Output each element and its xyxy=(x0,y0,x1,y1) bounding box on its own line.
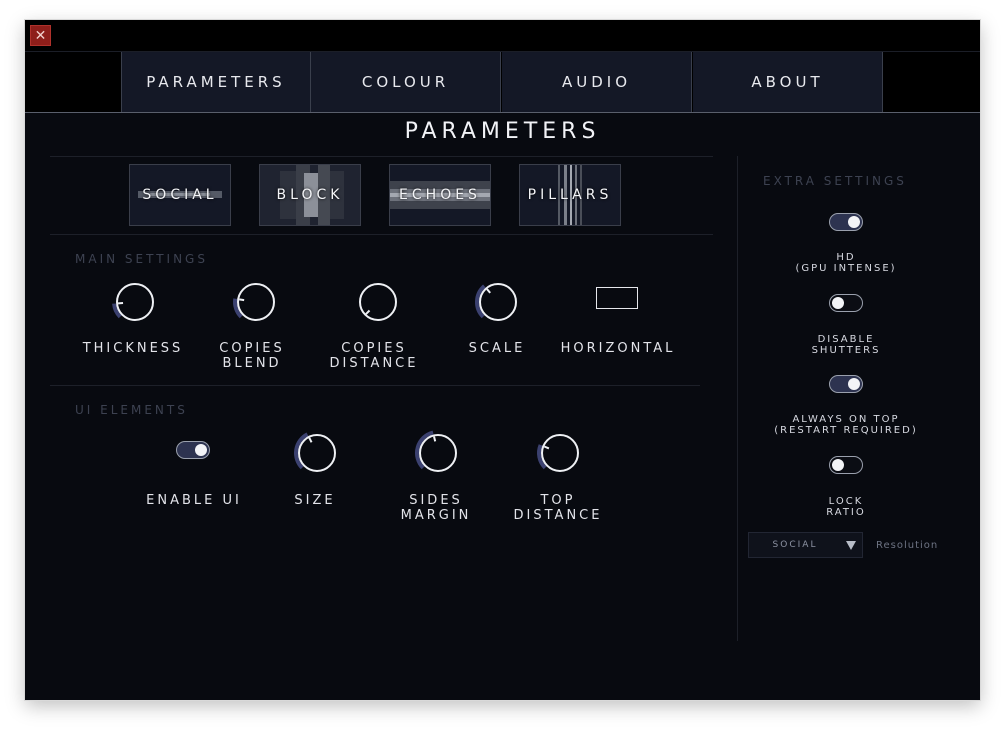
preset-pillars[interactable]: PILLARS xyxy=(519,164,621,226)
enable-ui-label: ENABLE UI xyxy=(146,493,242,508)
knob-ring xyxy=(298,434,336,472)
sides-margin-knob[interactable] xyxy=(414,429,462,477)
preset-block[interactable]: BLOCK xyxy=(259,164,361,226)
close-button[interactable]: ✕ xyxy=(30,25,51,46)
app-window: ✕ PARAMETERS COLOUR AUDIO ABOUT PARAMETE… xyxy=(25,20,980,700)
toggle-thumb xyxy=(848,216,860,228)
preset-label: ECHOES xyxy=(399,187,481,203)
resolution-value: SOCIAL xyxy=(772,540,818,550)
disable-shutters-toggle[interactable] xyxy=(829,294,863,312)
knob-graphic xyxy=(233,283,275,321)
divider xyxy=(50,385,700,386)
preset-label: SOCIAL xyxy=(142,187,218,203)
hd-toggle[interactable] xyxy=(829,213,863,231)
knob-ring xyxy=(419,434,457,472)
always-on-top-toggle[interactable] xyxy=(829,375,863,393)
toggle-thumb xyxy=(848,378,860,390)
chevron-down-icon xyxy=(846,541,856,550)
tab-parameters[interactable]: PARAMETERS xyxy=(121,52,311,112)
hd-label: HD (GPU INTENSE) xyxy=(795,252,897,274)
knob-ring xyxy=(479,283,517,321)
nav-bar: PARAMETERS COLOUR AUDIO ABOUT xyxy=(25,52,980,113)
enable-ui-toggle[interactable] xyxy=(176,441,210,459)
copies-distance-label: COPIES DISTANCE xyxy=(329,341,419,371)
main-settings-label: MAIN SETTINGS xyxy=(75,252,208,266)
copies-blend-label: COPIES BLEND xyxy=(219,341,285,371)
lock-ratio-toggle[interactable] xyxy=(829,456,863,474)
top-distance-knob[interactable] xyxy=(536,429,584,477)
copies-blend-knob[interactable] xyxy=(232,278,280,326)
resolution-label: Resolution xyxy=(876,540,939,551)
knob-graphic xyxy=(359,283,397,321)
knob-ring xyxy=(237,283,275,321)
preset-label: BLOCK xyxy=(276,187,344,203)
preset-social[interactable]: SOCIAL xyxy=(129,164,231,226)
toggle-thumb xyxy=(195,444,207,456)
size-label: SIZE xyxy=(294,493,336,508)
horizontal-orientation-icon[interactable] xyxy=(596,287,638,309)
sides-margin-label: SIDES MARGIN xyxy=(400,493,472,523)
horizontal-label: HORIZONTAL xyxy=(560,341,676,356)
knob-graphic xyxy=(415,430,457,472)
disable-shutters-label: DISABLE SHUTTERS xyxy=(811,334,881,356)
size-knob[interactable] xyxy=(293,429,341,477)
toggle-thumb xyxy=(832,459,844,471)
knob-indicator xyxy=(433,436,437,442)
lock-ratio-label: LOCK RATIO xyxy=(826,496,866,518)
title-bar: ✕ xyxy=(25,20,980,52)
extra-settings-title: EXTRA SETTINGS xyxy=(763,174,907,188)
thickness-knob[interactable] xyxy=(111,278,159,326)
divider xyxy=(737,156,738,641)
close-icon: ✕ xyxy=(34,28,47,44)
always-on-top-label: ALWAYS ON TOP (RESTART REQUIRED) xyxy=(774,414,918,436)
knob-graphic xyxy=(112,283,154,321)
copies-distance-knob[interactable] xyxy=(354,278,402,326)
tab-audio[interactable]: AUDIO xyxy=(502,52,692,112)
divider xyxy=(50,156,713,157)
preset-label: PILLARS xyxy=(527,187,613,203)
knob-graphic xyxy=(537,434,579,472)
toggle-thumb xyxy=(832,297,844,309)
ui-elements-label: UI ELEMENTS xyxy=(75,403,188,417)
tab-colour[interactable]: COLOUR xyxy=(311,52,501,112)
knob-ring xyxy=(359,283,397,321)
knob-ring xyxy=(541,434,579,472)
knob-indicator xyxy=(239,298,245,302)
scale-label: SCALE xyxy=(468,341,526,356)
tab-about[interactable]: ABOUT xyxy=(693,52,883,112)
knob-graphic xyxy=(294,432,336,472)
top-distance-label: TOP DISTANCE xyxy=(513,493,603,523)
page-title: PARAMETERS xyxy=(404,119,601,144)
resolution-dropdown[interactable]: SOCIAL xyxy=(748,532,863,558)
scale-knob[interactable] xyxy=(474,278,522,326)
knob-graphic xyxy=(475,283,517,321)
preset-echoes[interactable]: ECHOES xyxy=(389,164,491,226)
divider xyxy=(50,234,713,235)
